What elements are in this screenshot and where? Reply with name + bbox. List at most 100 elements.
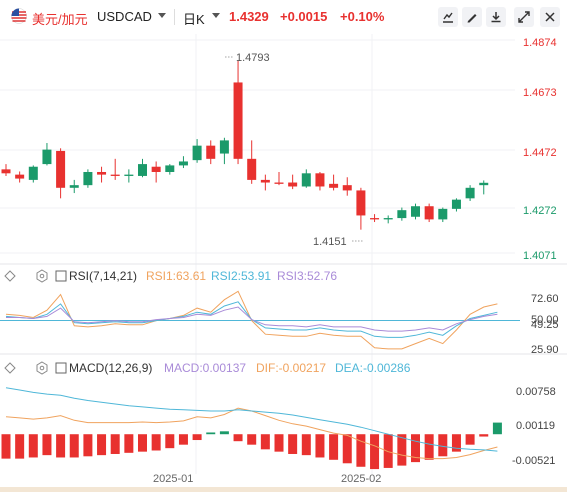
candle-body	[301, 173, 311, 187]
candle	[288, 174, 298, 190]
macd-bar	[370, 434, 380, 470]
max-price-label: 1.4793	[236, 52, 270, 64]
timeframe-dropdown-icon[interactable]	[212, 13, 220, 18]
candle	[83, 169, 93, 188]
macd-bar	[342, 434, 352, 464]
candle	[138, 158, 147, 178]
macd-bar	[492, 422, 502, 435]
expand-icon	[518, 11, 530, 23]
save-button[interactable]	[486, 7, 506, 27]
price-change: +0.0015	[280, 9, 328, 24]
indicator-checkbox[interactable]	[55, 362, 67, 374]
candle	[411, 203, 420, 220]
close-button[interactable]	[540, 7, 560, 27]
symbol-dropdown-icon[interactable]	[158, 13, 166, 18]
rsi-line-rsi3	[6, 306, 498, 332]
candle	[165, 164, 175, 175]
candle	[438, 207, 448, 223]
last-price: 1.4329	[229, 9, 269, 24]
indicator-settings-icon[interactable]	[36, 269, 48, 283]
candle	[356, 187, 366, 230]
macd-bar	[15, 434, 25, 459]
candle-body	[165, 165, 175, 172]
rsi3-value: RSI3:52.76	[277, 269, 337, 283]
macd-bar	[206, 432, 216, 435]
candle	[110, 158, 120, 180]
candle-body	[356, 190, 366, 216]
candle	[28, 165, 38, 183]
symbol-code[interactable]: USDCAD	[97, 9, 152, 24]
dea-value: DEA:-0.00286	[335, 361, 411, 375]
candle	[192, 139, 202, 163]
candle	[178, 156, 188, 169]
candle	[383, 215, 393, 224]
macd-value: MACD:0.00137	[164, 361, 246, 375]
candle-body	[1, 169, 11, 174]
macd-bar	[438, 434, 448, 457]
macd-bar	[479, 434, 489, 437]
rsi-legend: RSI(7,14,21) RSI1:63.61 RSI2:53.91 RSI3:…	[4, 269, 337, 283]
macd-bar	[138, 434, 147, 452]
collapse-icon[interactable]	[4, 362, 16, 374]
candle-body	[465, 187, 475, 199]
us-flag-icon	[11, 8, 27, 24]
candle-body	[15, 174, 25, 179]
chart-header: 美元/加元 USDCAD 日K 1.4329 +0.0015 +0.10%	[0, 0, 567, 34]
macd-bar	[28, 434, 38, 458]
chart-area[interactable]: 1.4874 1.4673 1.4472 1.4272 1.4071 1.479…	[0, 34, 567, 492]
header-divider	[174, 9, 175, 25]
chart-settings-button[interactable]	[438, 7, 458, 27]
candle-body	[56, 150, 66, 188]
candle	[260, 174, 270, 191]
macd-bar	[424, 434, 434, 460]
price-tick-1: 1.4874	[523, 37, 557, 49]
macd-bar	[383, 434, 393, 468]
candle	[274, 171, 284, 186]
max-price-annotation: 1.4793	[225, 52, 270, 64]
candle-body	[178, 161, 188, 166]
price-change-percent: +0.10%	[340, 9, 385, 24]
time-scrollbar[interactable]	[0, 487, 567, 492]
candle	[206, 140, 216, 165]
draw-button[interactable]	[462, 7, 482, 27]
macd-bar	[329, 434, 339, 460]
candle	[15, 171, 25, 183]
collapse-icon[interactable]	[4, 270, 16, 282]
macd-bar	[356, 434, 366, 467]
macd-bar	[178, 434, 188, 445]
candle-body	[424, 206, 434, 220]
candle-body	[233, 82, 243, 159]
indicator-checkbox[interactable]	[55, 270, 67, 282]
macd-bar	[151, 434, 161, 451]
candle-body	[42, 149, 52, 165]
candle-body	[151, 166, 161, 172]
macd-bar	[451, 434, 461, 452]
macd-title: MACD(12,26,9)	[69, 361, 152, 375]
save-icon	[491, 12, 501, 23]
price-axis: 1.4874 1.4673 1.4472 1.4272 1.4071	[523, 37, 557, 262]
macd-bar	[69, 434, 79, 458]
chart-settings-icon	[443, 12, 453, 23]
macd-legend: MACD(12,26,9) MACD:0.00137 DIF:-0.00217 …	[4, 361, 411, 375]
candle-body	[479, 182, 489, 186]
candle	[151, 161, 161, 183]
candle	[219, 137, 229, 165]
macd-bar	[1, 434, 11, 459]
timeframe-select[interactable]: 日K	[183, 9, 205, 28]
indicator-settings-icon[interactable]	[36, 361, 48, 375]
candle	[233, 60, 243, 165]
candle	[370, 214, 380, 223]
macd-tick-1: 0.00758	[516, 386, 556, 398]
candle	[329, 174, 339, 191]
candle-body	[192, 145, 202, 161]
symbol-name-cn[interactable]: 美元/加元	[32, 9, 88, 28]
candle	[301, 169, 311, 188]
expand-button[interactable]	[514, 7, 534, 27]
time-tick-2: 2025-02	[341, 473, 381, 485]
candle	[1, 164, 11, 176]
candle-body	[411, 206, 420, 217]
macd-bar	[465, 434, 475, 445]
close-icon	[545, 12, 555, 22]
candle	[424, 203, 434, 223]
scrollbar-track[interactable]	[0, 487, 567, 492]
